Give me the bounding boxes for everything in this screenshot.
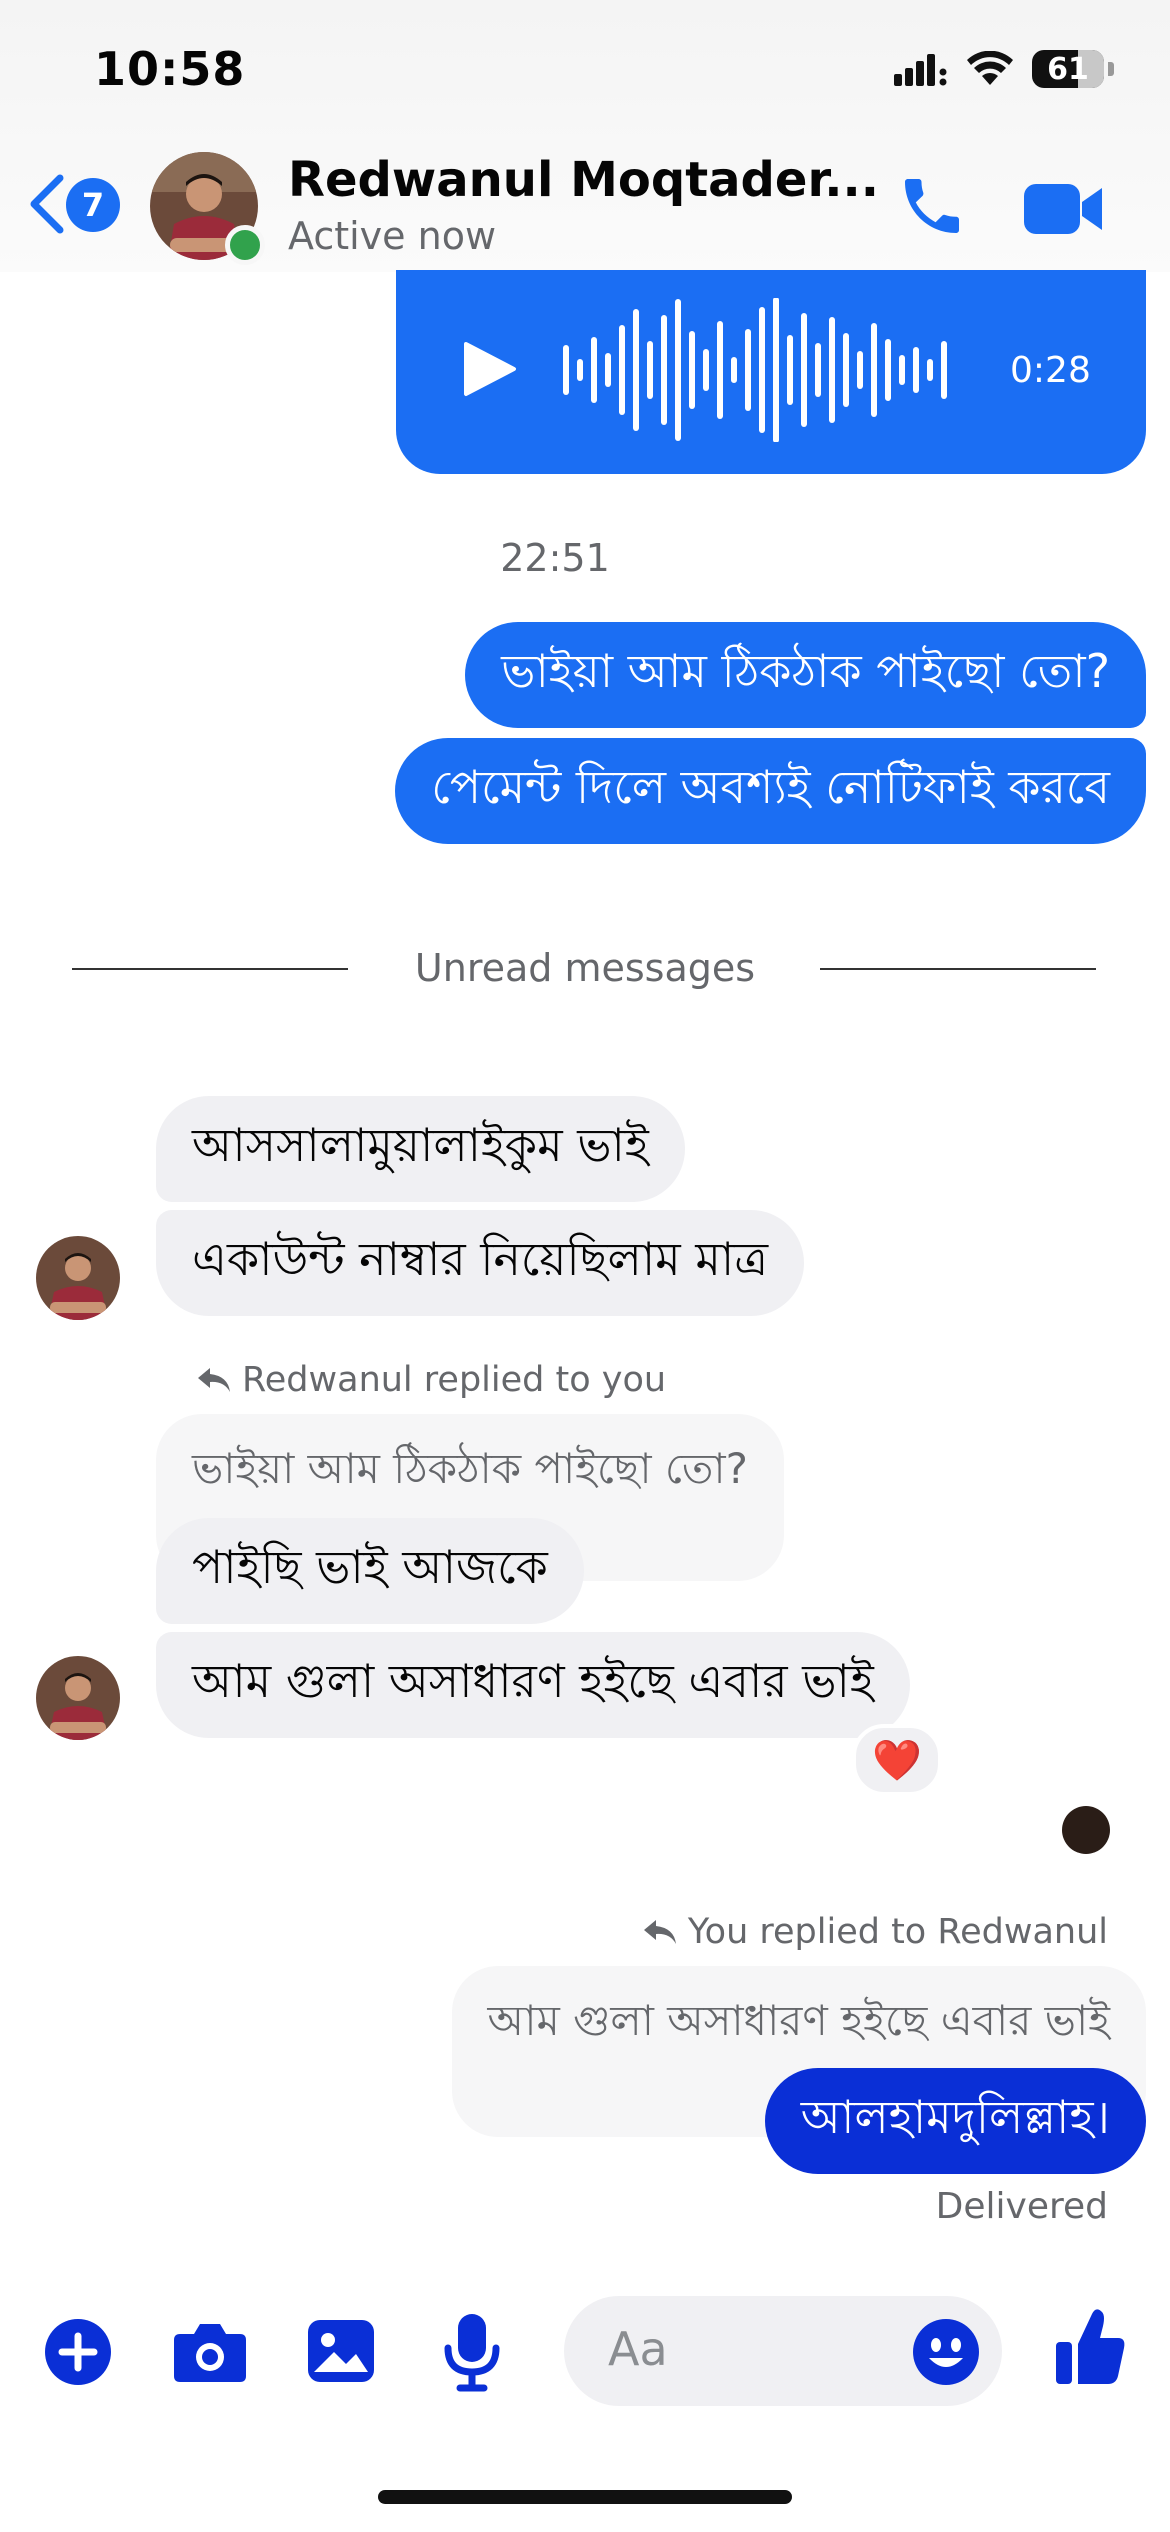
image-icon[interactable]	[306, 2318, 376, 2384]
sender-avatar[interactable]	[36, 1236, 120, 1320]
battery-icon: 61	[1032, 50, 1104, 88]
status-time: 10:58	[94, 42, 246, 96]
received-message[interactable]: একাউন্ট নাম্বার নিয়েছিলাম মাত্র	[156, 1210, 805, 1316]
seen-avatar	[1062, 1806, 1110, 1854]
heart-reaction[interactable]: ❤️	[852, 1724, 942, 1796]
signal-icon	[894, 54, 947, 86]
reply-indicator: Redwanul replied to you	[196, 1360, 666, 1400]
battery-cap	[1108, 62, 1114, 76]
reply-indicator-text: You replied to Redwanul	[687, 1912, 1108, 1952]
thumbs-up-icon[interactable]	[1054, 2306, 1126, 2386]
reply-indicator: You replied to Redwanul	[642, 1912, 1108, 1952]
received-message[interactable]: পাইছি ভাই আজকে	[156, 1518, 584, 1624]
sent-reply-message[interactable]: আলহামদুলিল্লাহ।	[764, 2068, 1146, 2174]
waveform-icon	[563, 298, 947, 442]
plus-icon[interactable]	[44, 2318, 112, 2386]
reply-arrow-icon	[198, 1368, 230, 1392]
presence-status: Active now	[288, 214, 497, 258]
delivery-status: Delivered	[935, 2186, 1108, 2227]
back-chevron-icon[interactable]	[26, 172, 70, 236]
play-icon[interactable]	[460, 340, 518, 398]
message-timestamp: 22:51	[500, 536, 610, 580]
microphone-icon[interactable]	[444, 2312, 500, 2392]
sent-message[interactable]: ভাইয়া আম ঠিকঠাক পাইছো তো?	[465, 622, 1146, 728]
status-indicators: 61	[894, 50, 1114, 88]
voice-duration: 0:28	[1010, 350, 1091, 391]
camera-icon[interactable]	[172, 2320, 248, 2384]
wifi-icon	[967, 51, 1013, 85]
home-indicator[interactable]	[378, 2490, 792, 2504]
sender-avatar[interactable]	[36, 1656, 120, 1740]
sent-message[interactable]: পেমেন্ট দিলে অবশ্যই নোটিফাই করবে	[395, 738, 1146, 844]
unread-count-badge[interactable]: 7	[66, 178, 120, 232]
message-input-placeholder: Aa	[608, 2322, 668, 2376]
reply-indicator-text: Redwanul replied to you	[242, 1360, 667, 1400]
reply-arrow-icon	[643, 1920, 676, 1944]
emoji-icon[interactable]	[912, 2318, 980, 2386]
online-indicator	[225, 225, 265, 265]
received-message[interactable]: আম গুলা অসাধারণ হইছে এবার ভাই	[156, 1632, 910, 1738]
phone-icon[interactable]	[896, 170, 968, 242]
video-camera-icon[interactable]	[1024, 182, 1104, 236]
received-message[interactable]: আসসালামুয়ালাইকুম ভাই	[156, 1096, 685, 1202]
divider-line-right	[820, 968, 1096, 970]
contact-name[interactable]: Redwanul Moqtader...	[288, 152, 879, 208]
